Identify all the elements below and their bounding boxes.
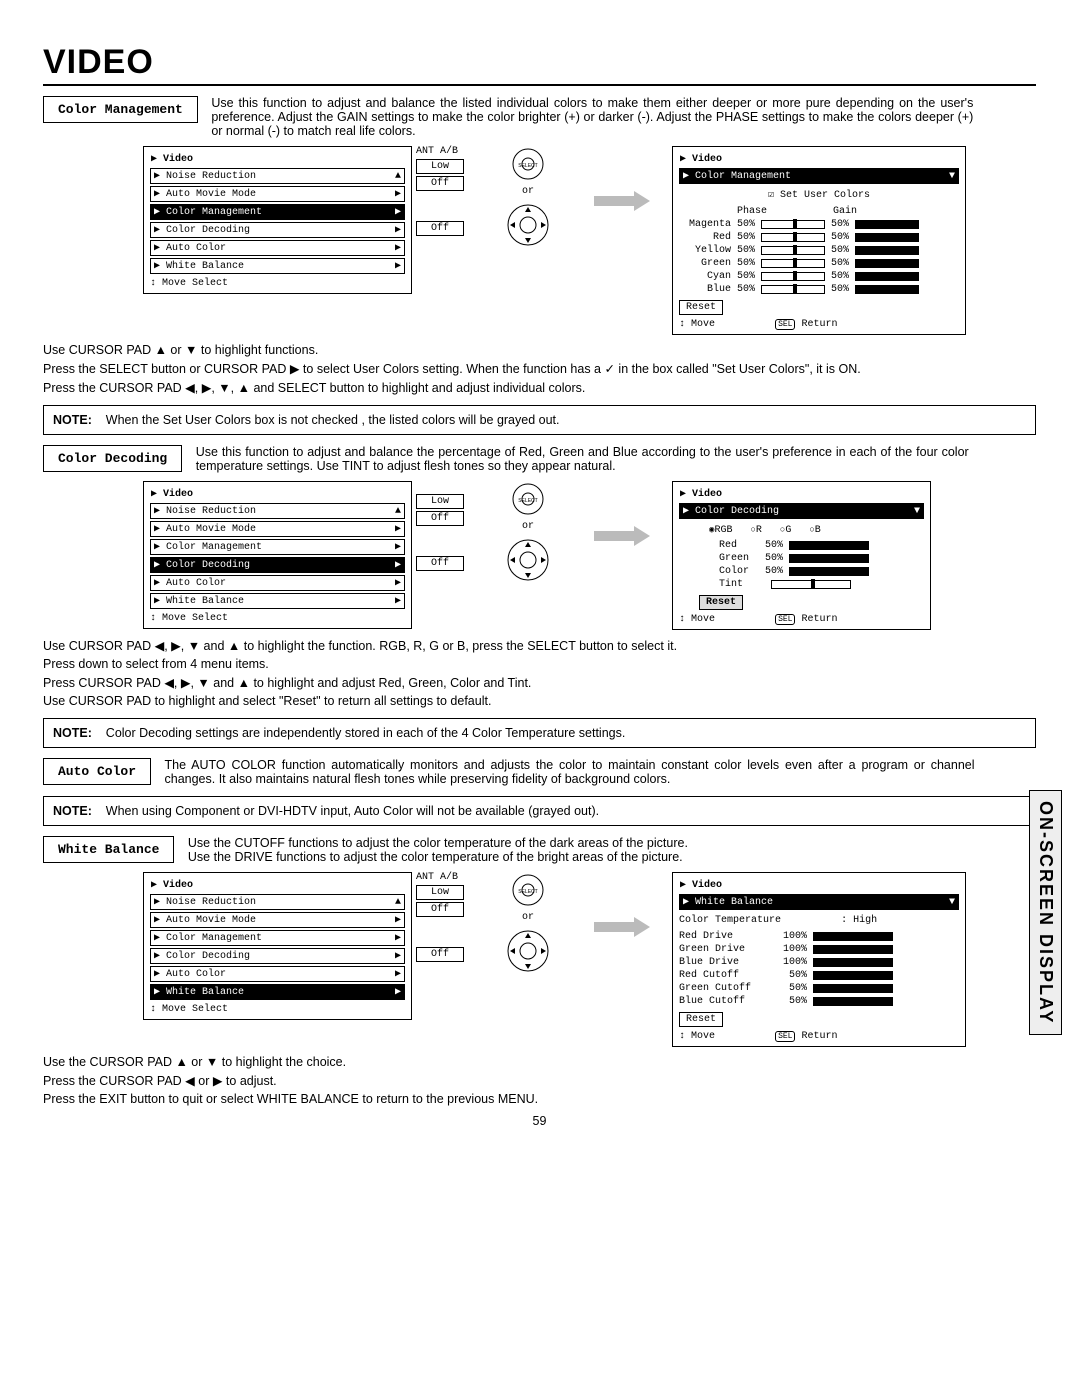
menu-video: ▶ Video ▶ Noise Reduction▲ ▶ Auto Movie … bbox=[143, 481, 412, 629]
remote-control-icon: SELECT or bbox=[484, 872, 572, 975]
submenu-heading: ▶ Color Management▼ bbox=[679, 168, 959, 184]
instruction: Press the CURSOR PAD ◀ or ▶ to adjust. bbox=[43, 1073, 1036, 1088]
side-tab: ON-SCREEN DISPLAY bbox=[1029, 790, 1062, 1035]
menu-item: ▶ Noise Reduction▲ bbox=[150, 168, 405, 184]
arrow-icon bbox=[592, 481, 652, 551]
auto-color-heading: Auto Color bbox=[43, 758, 151, 785]
page-number: 59 bbox=[43, 1114, 1036, 1128]
menu-item: ▶ White Balance▶ bbox=[150, 258, 405, 274]
color-decoding-desc: Use this function to adjust and balance … bbox=[196, 445, 969, 473]
instruction: Press the EXIT button to quit or select … bbox=[43, 1092, 1036, 1106]
reset-button[interactable]: Reset bbox=[679, 1012, 723, 1027]
arrow-icon bbox=[592, 872, 652, 942]
menu-white-balance: ▶ Video ▶ White Balance▼ Color Temperatu… bbox=[672, 872, 966, 1047]
note-box: NOTE: Color Decoding settings are indepe… bbox=[43, 718, 1036, 748]
svg-text:SELECT: SELECT bbox=[518, 498, 537, 504]
note-box: NOTE: When the Set User Colors box is no… bbox=[43, 405, 1036, 435]
note-box: NOTE: When using Component or DVI-HDTV i… bbox=[43, 796, 1036, 826]
page-title: VIDEO bbox=[43, 43, 1036, 86]
instruction: Use CURSOR PAD ◀, ▶, ▼ and ▲ to highligh… bbox=[43, 638, 1036, 653]
auto-color-desc: The AUTO COLOR function automatically mo… bbox=[165, 758, 975, 786]
color-management-diagram: ▶ Video ▶ Noise Reduction▲ ▶ Auto Movie … bbox=[143, 146, 1036, 335]
menu-item: ▶ Color Decoding▶ bbox=[150, 222, 405, 238]
instruction: Press the CURSOR PAD ◀, ▶, ▼, ▲ and SELE… bbox=[43, 380, 1036, 395]
menu-item: ▶ Auto Movie Mode▶ bbox=[150, 186, 405, 202]
svg-text:SELECT: SELECT bbox=[518, 163, 537, 169]
color-decoding-diagram: ▶ Video ▶ Noise Reduction▲ ▶ Auto Movie … bbox=[143, 481, 1036, 630]
menu-video: ▶ Video ▶ Noise Reduction▲ ▶ Auto Movie … bbox=[143, 872, 412, 1020]
menu-video: ▶ Video ▶ Noise Reduction▲ ▶ Auto Movie … bbox=[143, 146, 412, 294]
instruction: Use CURSOR PAD to highlight and select "… bbox=[43, 694, 1036, 708]
menu-color-decoding: ▶ Video ▶ Color Decoding▼ ◉RGB ○R ○G ○B … bbox=[672, 481, 931, 630]
white-balance-desc: Use the CUTOFF functions to adjust the c… bbox=[188, 836, 961, 864]
color-management-desc: Use this function to adjust and balance … bbox=[211, 96, 973, 138]
instruction: Press the SELECT button or CURSOR PAD ▶ … bbox=[43, 361, 1036, 376]
color-decoding-heading: Color Decoding bbox=[43, 445, 182, 472]
menu-color-management: ▶ Video ▶ Color Management▼ ☑ Set User C… bbox=[672, 146, 966, 335]
instruction: Use the CURSOR PAD ▲ or ▼ to highlight t… bbox=[43, 1055, 1036, 1069]
reset-button[interactable]: Reset bbox=[679, 300, 723, 315]
svg-text:SELECT: SELECT bbox=[518, 889, 537, 895]
menu-item: ▶ Auto Color▶ bbox=[150, 240, 405, 256]
remote-control-icon: SELECT or bbox=[484, 481, 572, 584]
white-balance-heading: White Balance bbox=[43, 836, 174, 863]
menu-item-highlighted: ▶ Color Management▶ bbox=[150, 204, 405, 220]
instruction: Press down to select from 4 menu items. bbox=[43, 657, 1036, 671]
reset-button[interactable]: Reset bbox=[699, 595, 743, 610]
white-balance-diagram: ▶ Video ▶ Noise Reduction▲ ▶ Auto Movie … bbox=[143, 872, 1036, 1047]
arrow-icon bbox=[592, 146, 652, 216]
instruction: Use CURSOR PAD ▲ or ▼ to highlight funct… bbox=[43, 343, 1036, 357]
remote-control-icon: SELECT or bbox=[484, 146, 572, 249]
instruction: Press CURSOR PAD ◀, ▶, ▼ and ▲ to highli… bbox=[43, 675, 1036, 690]
color-management-heading: Color Management bbox=[43, 96, 198, 123]
